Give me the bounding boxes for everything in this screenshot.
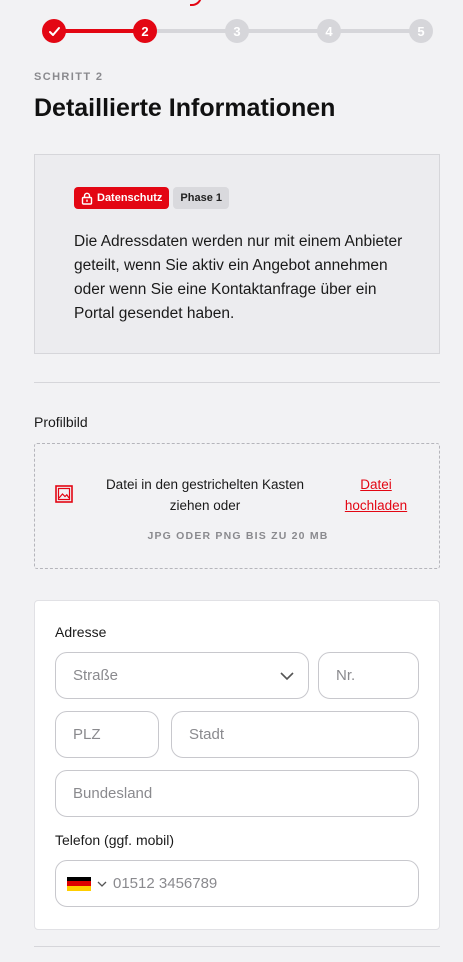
step-3-label: 3 (233, 23, 241, 39)
city-input[interactable]: Stadt (171, 711, 419, 758)
house-number-input[interactable]: Nr. (318, 652, 419, 699)
image-icon (55, 485, 73, 503)
street-placeholder: Straße (73, 667, 119, 684)
progress-stepper: 2 3 4 5 (0, 0, 463, 56)
phone-placeholder: 01512 3456789 (113, 875, 218, 892)
step-1-complete[interactable] (42, 19, 66, 43)
step-2-label: 2 (141, 23, 149, 39)
profile-picture-dropzone[interactable]: Datei in den gestrichelten Kasten ziehen… (34, 443, 440, 569)
privacy-info-box: Datenschutz Phase 1 Die Adressdaten werd… (34, 154, 440, 354)
check-icon (48, 26, 60, 36)
address-card: Adresse Straße Nr. PLZ Stadt Bundesland … (34, 600, 440, 930)
phase-badge-label: Phase 1 (180, 192, 222, 204)
step-5-label: 5 (417, 23, 425, 39)
zip-input[interactable]: PLZ (55, 711, 159, 758)
step-5[interactable]: 5 (409, 19, 433, 43)
phone-label: Telefon (ggf. mobil) (55, 832, 175, 848)
dropzone-instruction: Datei in den gestrichelten Kasten ziehen… (105, 477, 305, 513)
germany-flag-icon[interactable] (67, 876, 91, 891)
zip-placeholder: PLZ (73, 726, 101, 743)
city-placeholder: Stadt (189, 726, 225, 743)
profile-picture-label: Profilbild (34, 414, 88, 430)
state-input[interactable]: Bundesland (55, 770, 419, 817)
page-title: Detaillierte Informationen (34, 94, 336, 122)
privacy-badge-label: Datenschutz (97, 192, 163, 204)
street-select[interactable]: Straße (55, 652, 309, 699)
step-2-current[interactable]: 2 (133, 19, 157, 43)
step-4-label: 4 (325, 23, 333, 39)
phase-badge: Phase 1 (173, 187, 229, 209)
chevron-down-icon[interactable] (97, 879, 107, 889)
section-divider-bottom (34, 946, 440, 947)
privacy-badge: Datenschutz (74, 187, 170, 209)
section-divider (34, 382, 440, 383)
step-label: SCHRITT 2 (34, 71, 104, 83)
state-placeholder: Bundesland (73, 785, 153, 802)
chevron-down-icon (280, 672, 294, 681)
lock-icon (81, 192, 93, 205)
upload-file-link[interactable]: Datei hochladen (331, 474, 421, 516)
house-number-placeholder: Nr. (336, 667, 356, 684)
step-4[interactable]: 4 (317, 19, 341, 43)
stepper-line-done (60, 29, 140, 33)
decorative-accent-line (190, 0, 202, 6)
badge-row: Datenschutz Phase 1 (74, 187, 229, 209)
phone-input[interactable]: 01512 3456789 (55, 860, 419, 907)
address-label: Adresse (55, 624, 107, 640)
step-3[interactable]: 3 (225, 19, 249, 43)
privacy-info-text: Die Adressdaten werden nur mit einem Anb… (74, 233, 403, 322)
stepper-line-upcoming (150, 29, 420, 33)
file-format-hint: JPG ODER PNG BIS ZU 20 MB (147, 530, 329, 542)
